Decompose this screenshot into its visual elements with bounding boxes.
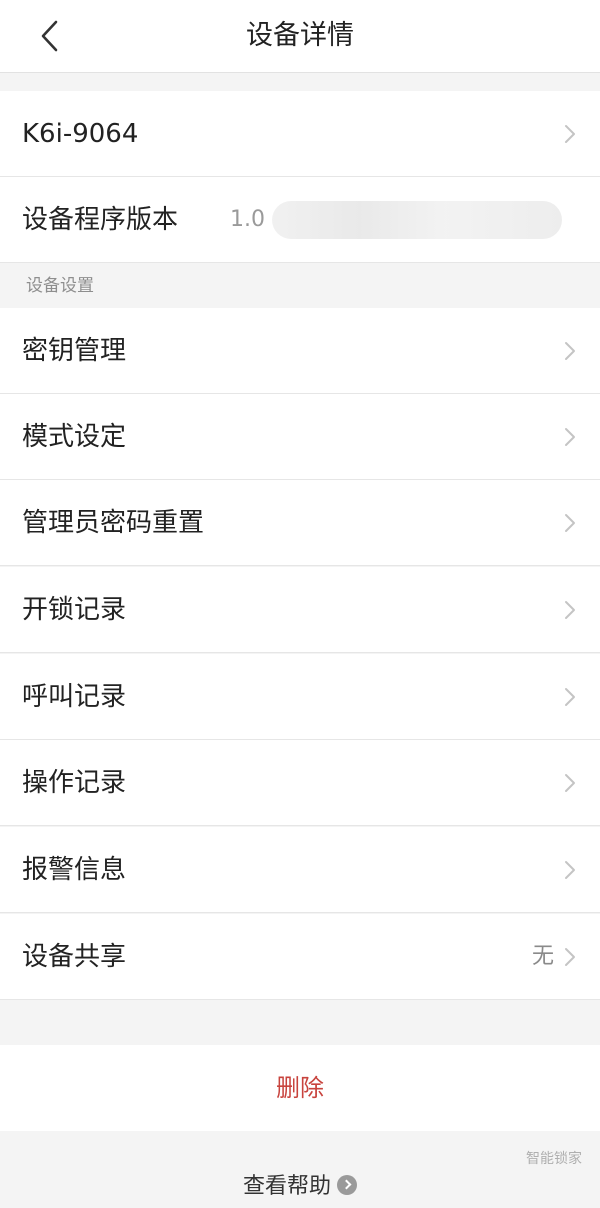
chevron-right-icon (565, 774, 575, 792)
view-help-link[interactable]: 查看帮助 (0, 1168, 600, 1208)
settings-item-unlock-records[interactable]: 开锁记录 (0, 567, 600, 653)
settings-item-label: 操作记录 (22, 768, 127, 798)
chevron-right-icon (565, 601, 575, 619)
settings-item-label: 设备共享 (22, 942, 127, 972)
firmware-version-value: 1.0 (230, 207, 265, 232)
firmware-version-row: 设备程序版本 1.0 (0, 177, 600, 263)
watermark-logo: 智能锁家 (482, 1140, 582, 1170)
redacted-blur (272, 201, 562, 239)
chevron-right-icon (565, 688, 575, 706)
settings-item-label: 模式设定 (22, 422, 127, 452)
firmware-version-label: 设备程序版本 (22, 205, 179, 235)
settings-item-admin-password-reset[interactable]: 管理员密码重置 (0, 480, 600, 566)
settings-item-label: 呼叫记录 (22, 682, 127, 712)
settings-item-key-management[interactable]: 密钥管理 (0, 308, 600, 394)
chevron-right-icon (565, 428, 575, 446)
top-bar: 设备详情 (0, 0, 600, 73)
settings-item-device-sharing[interactable]: 设备共享 无 (0, 914, 600, 1000)
chevron-right-icon (565, 125, 575, 143)
watermark-text: 智能锁家 (526, 1151, 582, 1167)
settings-item-label: 报警信息 (22, 855, 127, 885)
settings-item-call-records[interactable]: 呼叫记录 (0, 654, 600, 740)
top-spacer (0, 73, 600, 91)
section-header: 设备设置 (0, 264, 600, 308)
section-title: 设备设置 (26, 276, 94, 296)
chevron-right-icon (565, 861, 575, 879)
chevron-right-icon (565, 342, 575, 360)
settings-item-label: 管理员密码重置 (22, 508, 205, 538)
settings-item-alarm-info[interactable]: 报警信息 (0, 827, 600, 913)
settings-item-label: 开锁记录 (22, 595, 127, 625)
settings-item-operation-records[interactable]: 操作记录 (0, 740, 600, 826)
chevron-right-icon (565, 948, 575, 966)
delete-button[interactable]: 删除 (0, 1045, 600, 1131)
device-name: K6i-9064 (22, 119, 139, 149)
page-title: 设备详情 (246, 20, 354, 51)
device-name-row[interactable]: K6i-9064 (0, 91, 600, 177)
arrow-circle-icon (337, 1175, 357, 1195)
chevron-right-icon (565, 514, 575, 532)
sharing-status-value: 无 (531, 944, 554, 969)
settings-item-label: 密钥管理 (22, 336, 127, 366)
help-label: 查看帮助 (242, 1174, 331, 1199)
settings-item-mode-setting[interactable]: 模式设定 (0, 394, 600, 480)
back-button[interactable] (28, 12, 72, 60)
chevron-left-icon (41, 20, 58, 52)
